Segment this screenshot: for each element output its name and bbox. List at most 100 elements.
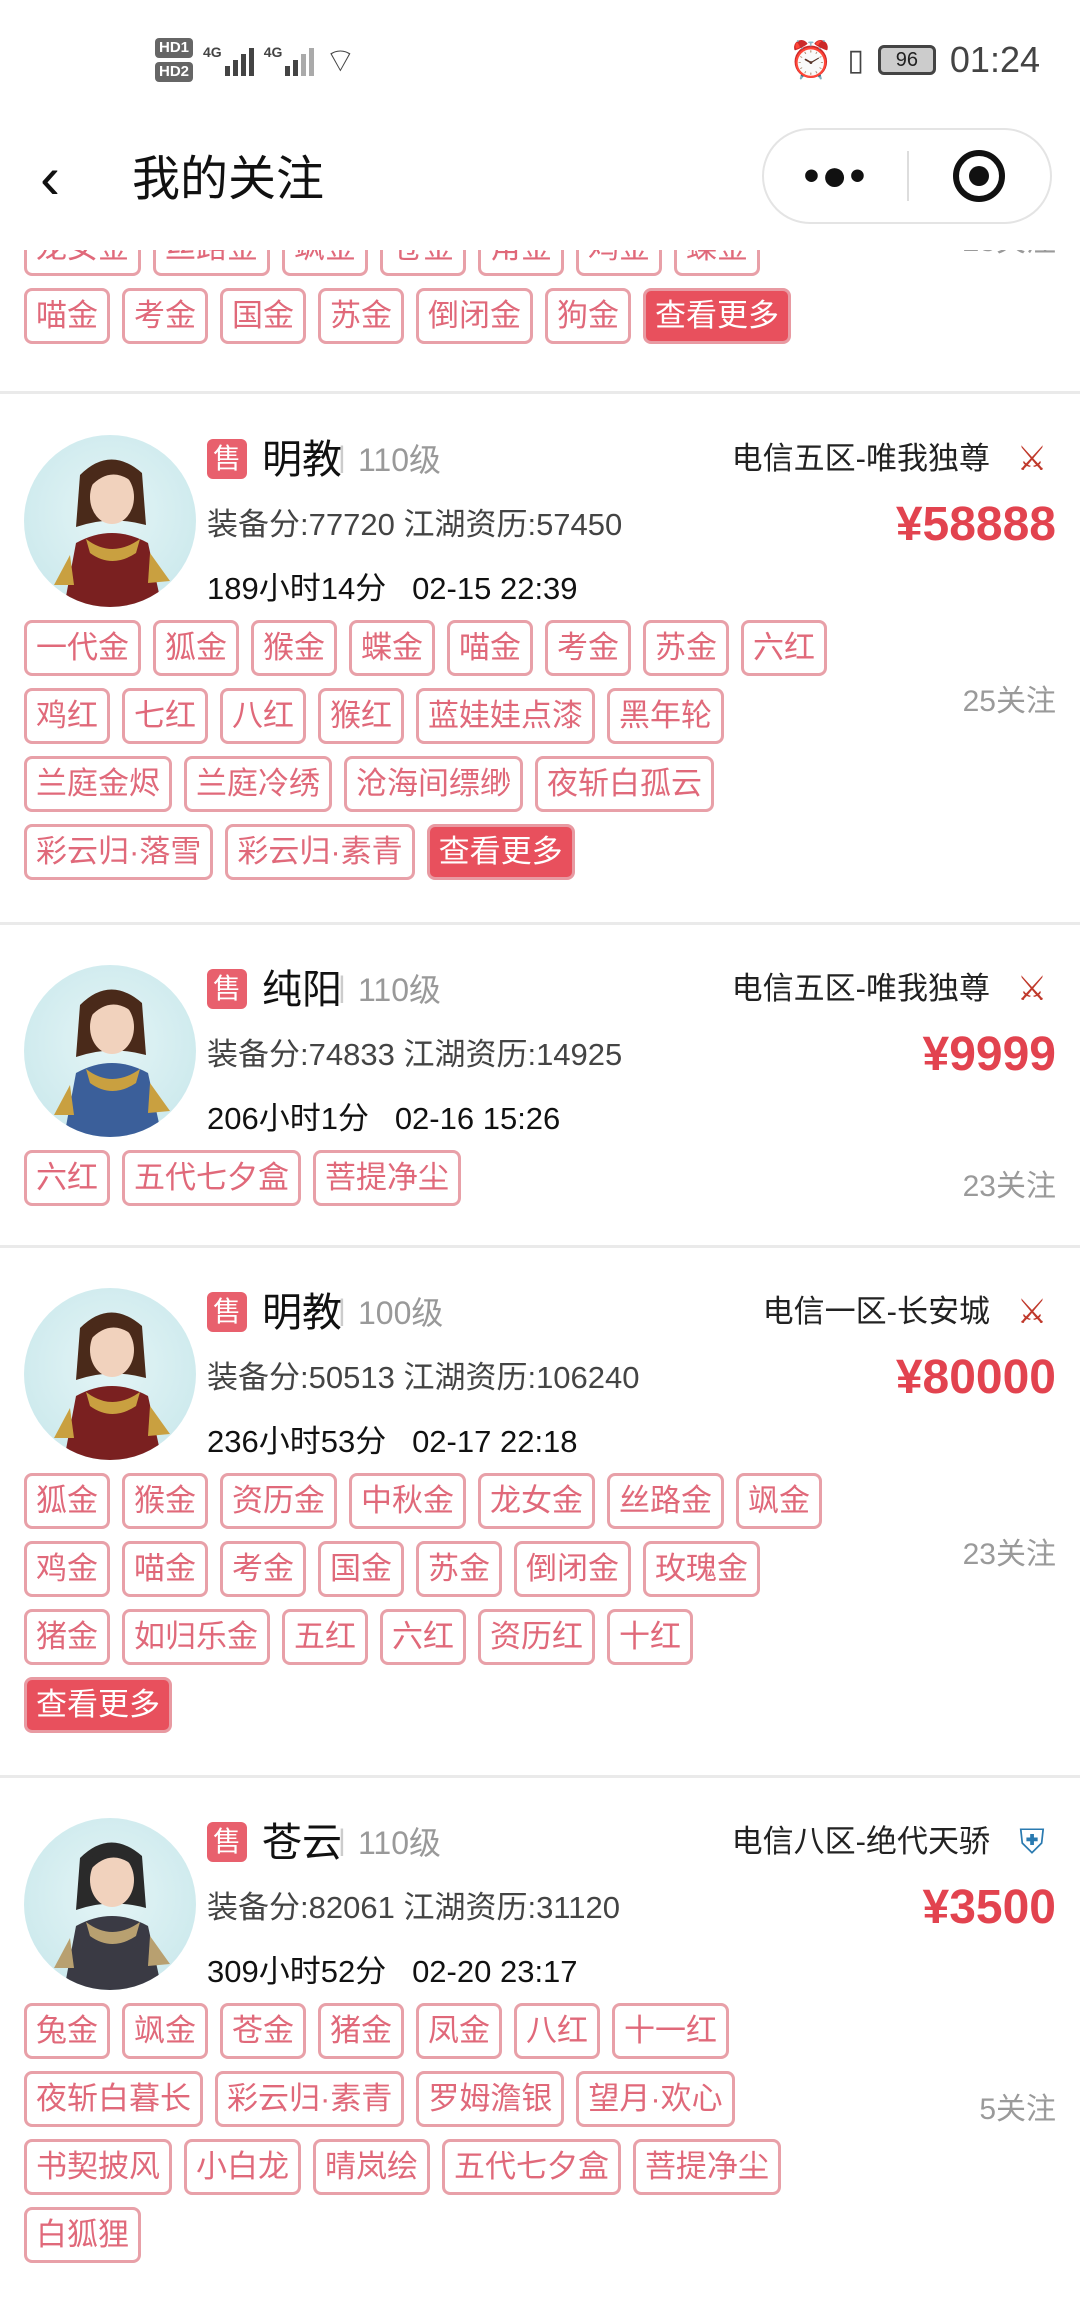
tag-chip[interactable]: 丝路金: [153, 250, 270, 276]
price: ¥3500: [922, 1881, 1056, 1934]
gear-score: 装备分:77720: [207, 507, 395, 542]
level-label: 110级: [358, 442, 442, 478]
tag-chip[interactable]: 苍金: [220, 2003, 306, 2059]
tag-chip[interactable]: 玫瑰金: [643, 1541, 760, 1597]
tag-chip[interactable]: 猪金: [24, 1609, 110, 1665]
tag-chip[interactable]: 苏金: [416, 1541, 502, 1597]
tag-chip[interactable]: 国金: [220, 288, 306, 344]
partial-product-card[interactable]: 龙女金丝路金飒金苍金角金鸡金蝶金喵金考金国金苏金倒闭金狗金查看更多 23关注: [0, 250, 1080, 394]
tag-chip[interactable]: 考金: [122, 288, 208, 344]
level-divider: |: [338, 971, 346, 1004]
tag-chip[interactable]: 夜斩白孤云: [535, 756, 714, 812]
tag-chip[interactable]: 兰庭金烬: [24, 756, 172, 812]
tag-chip[interactable]: 白狐狸: [24, 2207, 141, 2263]
tag-chip[interactable]: 喵金: [24, 288, 110, 344]
date-time: 02-15 22:39: [412, 571, 578, 606]
product-card[interactable]: 售明教 100级 | 电信一区-长安城 ⚔ 装备分:50513 江湖资历:106240 ¥8…: [0, 1248, 1080, 1778]
tag-chip[interactable]: 沧海间缥缈: [344, 756, 523, 812]
tag-chip[interactable]: 苏金: [318, 288, 404, 344]
tag-chip[interactable]: 菩提净尘: [633, 2139, 781, 2195]
view-more-button[interactable]: 查看更多: [426, 824, 575, 880]
tag-chip[interactable]: 五代七夕盒: [442, 2139, 621, 2195]
tag-chip[interactable]: 蝶金: [349, 620, 435, 676]
tag-chip[interactable]: 猪金: [318, 2003, 404, 2059]
tag-chip[interactable]: 飒金: [282, 250, 368, 276]
status-bar: HD1 HD2 4G 4G ⌔ ⏰ ▯ 96 01:24: [0, 0, 1080, 120]
tag-chip[interactable]: 五红: [282, 1609, 368, 1665]
hd1-badge: HD1: [155, 38, 194, 58]
chevron-left-icon[interactable]: ‹: [40, 148, 90, 208]
avatar: [24, 965, 196, 1137]
tag-chip[interactable]: 六红: [380, 1609, 466, 1665]
duration: 236小时53分: [207, 1424, 387, 1459]
battery-icon: 96: [877, 45, 936, 75]
experience: 江湖资历:14925: [403, 1037, 623, 1072]
tag-chip[interactable]: 彩云归·素青: [225, 824, 415, 880]
tag-chip[interactable]: 十一红: [612, 2003, 729, 2059]
tag-chip[interactable]: 鸡金: [24, 1541, 110, 1597]
tag-chip[interactable]: 丝路金: [607, 1473, 724, 1529]
tag-chip[interactable]: 考金: [545, 620, 631, 676]
tag-chip[interactable]: 兰庭冷绣: [184, 756, 332, 812]
tag-chip[interactable]: 蓝娃娃点漆: [416, 688, 595, 744]
tag-chip[interactable]: 菩提净尘: [313, 1150, 461, 1206]
tag-chip[interactable]: 国金: [318, 1541, 404, 1597]
tag-chip[interactable]: 猴红: [318, 688, 404, 744]
tag-chip[interactable]: 倒闭金: [514, 1541, 631, 1597]
tag-chip[interactable]: 猴金: [251, 620, 337, 676]
more-dots-icon[interactable]: •●•: [764, 154, 907, 198]
tag-chip[interactable]: 考金: [220, 1541, 306, 1597]
tag-chip[interactable]: 八红: [220, 688, 306, 744]
tag-chip[interactable]: 彩云归·落雪: [24, 824, 214, 880]
tag-chip[interactable]: 苏金: [643, 620, 729, 676]
tag-chip[interactable]: 喵金: [122, 1541, 208, 1597]
tag-chip[interactable]: 飒金: [122, 2003, 208, 2059]
tag-chip[interactable]: 凤金: [416, 2003, 502, 2059]
tag-chip[interactable]: 彩云归·素青: [215, 2071, 405, 2127]
tag-chip[interactable]: 罗姆澹银: [416, 2071, 565, 2127]
tag-chip[interactable]: 鸡金: [576, 250, 662, 276]
avatar: [24, 1288, 196, 1460]
target-circle-icon[interactable]: [909, 150, 1050, 202]
tag-chip[interactable]: 狐金: [24, 1473, 110, 1529]
tag-chip[interactable]: 角金: [478, 250, 564, 276]
tag-chip[interactable]: 五代七夕盒: [122, 1150, 301, 1206]
tag-chip[interactable]: 八红: [514, 2003, 600, 2059]
tag-chip[interactable]: 鸡红: [24, 688, 110, 744]
tag-chip[interactable]: 书契披风: [24, 2139, 172, 2195]
tag-chip[interactable]: 中秋金: [349, 1473, 466, 1529]
school-name: 明教: [262, 1291, 342, 1335]
tag-chip[interactable]: 资历金: [220, 1473, 337, 1529]
level-divider: |: [338, 1294, 346, 1327]
tag-chip[interactable]: 六红: [24, 1150, 110, 1206]
tag-chip[interactable]: 望月·欢心: [576, 2071, 735, 2127]
tag-chip[interactable]: 龙女金: [24, 250, 141, 276]
tag-chip[interactable]: 晴岚绘: [313, 2139, 430, 2195]
tag-chip[interactable]: 倒闭金: [416, 288, 533, 344]
tag-chip[interactable]: 兔金: [24, 2003, 110, 2059]
tag-chip[interactable]: 十红: [607, 1609, 693, 1665]
tag-chip[interactable]: 如归乐金: [122, 1609, 270, 1665]
tag-chip[interactable]: 六红: [741, 620, 827, 676]
tag-chip[interactable]: 狐金: [153, 620, 239, 676]
tag-chip[interactable]: 资历红: [478, 1609, 595, 1665]
follow-count: 23关注: [962, 1170, 1056, 1203]
view-more-button[interactable]: 查看更多: [643, 288, 791, 344]
tag-chip[interactable]: 黑年轮: [607, 688, 724, 744]
tag-chip[interactable]: 喵金: [447, 620, 533, 676]
tag-chip[interactable]: 小白龙: [184, 2139, 301, 2195]
tag-chip[interactable]: 蝶金: [674, 250, 760, 276]
tag-chip[interactable]: 龙女金: [478, 1473, 595, 1529]
price: ¥9999: [922, 1028, 1056, 1081]
tag-chip[interactable]: 狗金: [545, 288, 631, 344]
tag-chip[interactable]: 苍金: [380, 250, 466, 276]
tag-chip[interactable]: 猴金: [122, 1473, 208, 1529]
view-more-button[interactable]: 查看更多: [24, 1677, 172, 1733]
product-card[interactable]: 售明教 110级 | 电信五区-唯我独尊 ⚔ 装备分:77720 江湖资历:57450 ¥5…: [0, 395, 1080, 925]
tag-chip[interactable]: 一代金: [24, 620, 141, 676]
product-card[interactable]: 售苍云 110级 | 电信八区-绝代天骄 ⛨ 装备分:82061 江湖资历:31120 ¥3…: [0, 1778, 1080, 2310]
tag-chip[interactable]: 夜斩白暮长: [24, 2071, 203, 2127]
product-card[interactable]: 售纯阳 110级 | 电信五区-唯我独尊 ⚔ 装备分:74833 江湖资历:14925 ¥9…: [0, 925, 1080, 1248]
tag-chip[interactable]: 飒金: [736, 1473, 822, 1529]
tag-chip[interactable]: 七红: [122, 688, 208, 744]
